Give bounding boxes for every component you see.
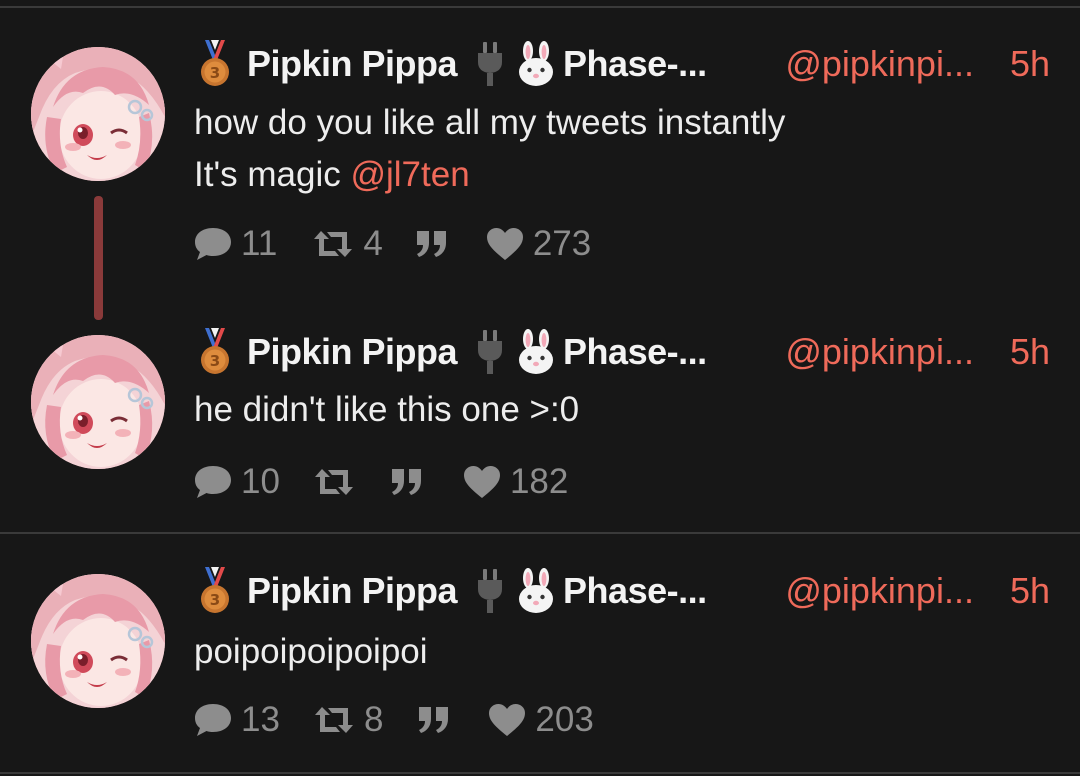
retweet-button[interactable]: 4 xyxy=(311,224,383,264)
retweet-count: 4 xyxy=(363,224,383,263)
heart-icon xyxy=(485,226,525,262)
author-handle[interactable]: @pipkinpi... xyxy=(785,331,974,373)
reply-button[interactable]: 13 xyxy=(193,700,280,740)
rabbit-face-icon xyxy=(515,41,557,87)
tweet-text: poipoipoipoipoi xyxy=(194,626,428,678)
author-name[interactable]: Pipkin Pippa xyxy=(247,43,458,85)
rabbit-face-icon xyxy=(515,329,557,375)
reply-button[interactable]: 10 xyxy=(193,462,280,502)
retweet-icon xyxy=(311,229,355,259)
avatar-image xyxy=(31,47,165,181)
speech-bubble-icon xyxy=(193,226,233,262)
speech-bubble-icon xyxy=(193,702,233,738)
author-handle[interactable]: @pipkinpi... xyxy=(785,570,974,612)
tweet-header: Pipkin Pippa Phase-... @pipkinpi... 5h xyxy=(195,40,1050,88)
mention-link[interactable]: @jl7ten xyxy=(350,155,469,194)
bottom-divider xyxy=(0,772,1080,774)
electric-plug-icon xyxy=(475,330,505,374)
avatar-image xyxy=(31,574,165,708)
like-button[interactable]: 182 xyxy=(462,462,568,502)
electric-plug-icon xyxy=(475,569,505,613)
tweet-3[interactable]: Pipkin Pippa Phase-... @pipkinpi... 5h p… xyxy=(0,534,1080,768)
tweet-text-line: he didn't like this one >:0 xyxy=(194,390,580,429)
timestamp[interactable]: 5h xyxy=(1010,331,1050,373)
retweet-icon xyxy=(312,705,356,735)
tweet-header: Pipkin Pippa Phase-... @pipkinpi... 5h xyxy=(195,567,1050,615)
like-count: 203 xyxy=(535,700,594,739)
speech-bubble-icon xyxy=(193,464,233,500)
timestamp[interactable]: 5h xyxy=(1010,43,1050,85)
author-name[interactable]: Pipkin Pippa xyxy=(247,570,458,612)
quote-icon xyxy=(417,705,451,735)
rabbit-face-icon xyxy=(515,568,557,614)
tweet-actions: 11 4 273 xyxy=(193,222,591,266)
tweet-actions: 10 182 xyxy=(193,460,568,504)
avatar[interactable] xyxy=(31,47,165,181)
tweet-text: he didn't like this one >:0 xyxy=(194,384,579,436)
quote-button[interactable] xyxy=(390,467,424,497)
reply-count: 13 xyxy=(241,700,280,739)
like-button[interactable]: 273 xyxy=(485,224,591,264)
heart-icon xyxy=(462,464,502,500)
author-name-suffix[interactable]: Phase-... xyxy=(563,570,707,612)
author-handle[interactable]: @pipkinpi... xyxy=(785,43,974,85)
tweet-1[interactable]: Pipkin Pippa Phase-... @pipkinpi... 5h h… xyxy=(0,0,1080,320)
like-button[interactable]: 203 xyxy=(487,700,594,740)
retweet-button[interactable]: 8 xyxy=(312,700,383,740)
quote-icon xyxy=(415,229,449,259)
avatar[interactable] xyxy=(31,335,165,469)
quote-icon xyxy=(390,467,424,497)
avatar[interactable] xyxy=(31,574,165,708)
reply-count: 10 xyxy=(241,462,280,501)
like-count: 273 xyxy=(532,224,592,263)
quote-button[interactable] xyxy=(415,229,449,259)
avatar-image xyxy=(31,335,165,469)
retweet-count: 8 xyxy=(363,700,384,739)
tweet-text-fragment: It's magic xyxy=(194,155,351,194)
quote-button[interactable] xyxy=(417,705,451,735)
third-place-medal-icon xyxy=(195,328,235,376)
tweet-2[interactable]: Pipkin Pippa Phase-... @pipkinpi... 5h h… xyxy=(0,320,1080,532)
like-count: 182 xyxy=(509,462,569,501)
tweet-actions: 13 8 203 xyxy=(193,698,594,742)
retweet-button[interactable] xyxy=(312,467,364,497)
tweet-text-line: how do you like all my tweets instantly xyxy=(194,103,786,142)
third-place-medal-icon xyxy=(195,40,235,88)
timestamp[interactable]: 5h xyxy=(1010,570,1050,612)
author-name[interactable]: Pipkin Pippa xyxy=(247,331,458,373)
tweet-text: how do you like all my tweets instantly … xyxy=(194,97,785,201)
tweet-text-line: It's magic @jl7ten xyxy=(194,149,785,201)
reply-count: 11 xyxy=(241,224,278,263)
retweet-icon xyxy=(312,467,356,497)
author-name-suffix[interactable]: Phase-... xyxy=(563,43,707,85)
reply-button[interactable]: 11 xyxy=(193,224,277,264)
author-name-suffix[interactable]: Phase-... xyxy=(563,331,707,373)
electric-plug-icon xyxy=(475,42,505,86)
tweet-text-line: poipoipoipoipoi xyxy=(194,632,428,671)
thread-line xyxy=(94,196,103,320)
heart-icon xyxy=(487,702,527,738)
third-place-medal-icon xyxy=(195,567,235,615)
tweet-header: Pipkin Pippa Phase-... @pipkinpi... 5h xyxy=(195,328,1050,376)
